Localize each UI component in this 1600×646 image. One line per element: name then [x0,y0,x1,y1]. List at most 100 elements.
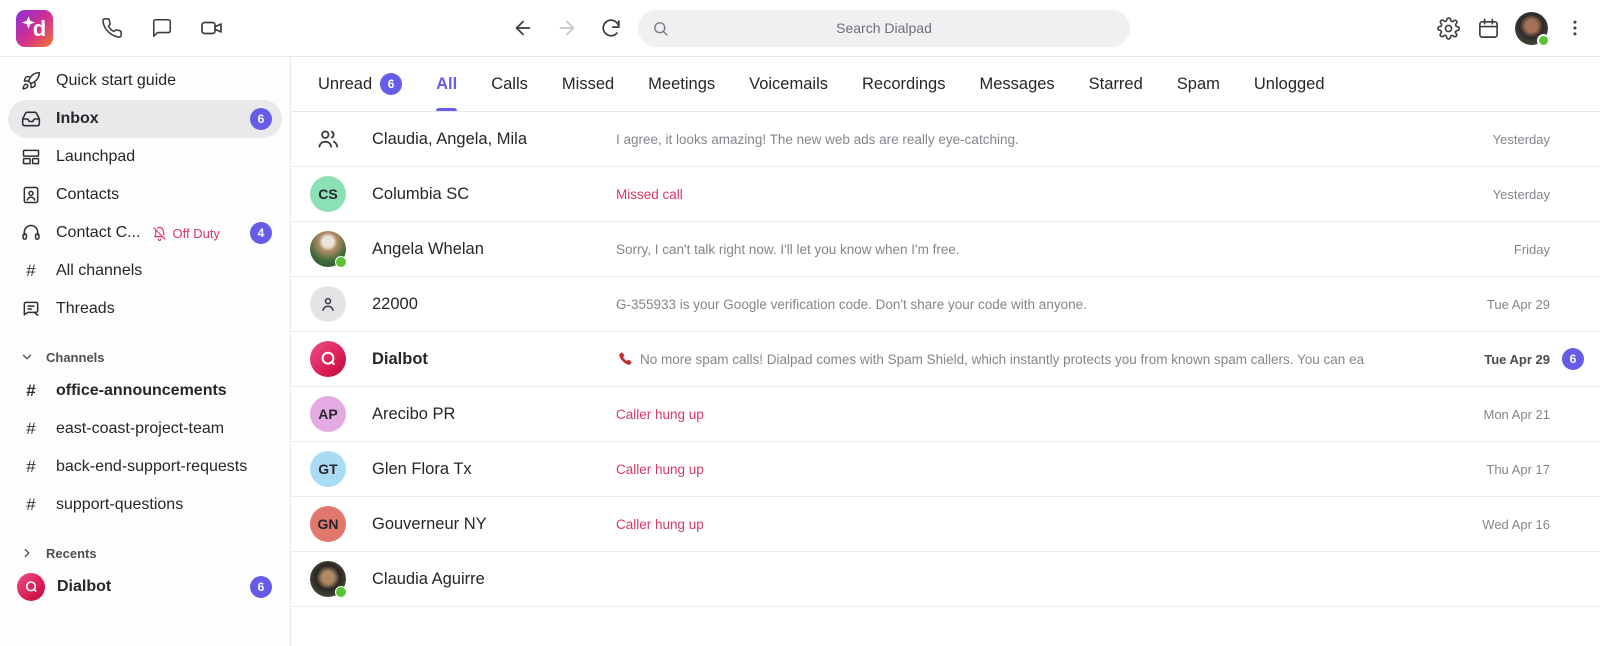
sidebar-item-inbox[interactable]: Inbox 6 [8,100,282,138]
conversation-name: 22000 [372,295,616,314]
conversation-name: Columbia SC [372,185,616,204]
conversation-date: Yesterday [1493,132,1550,147]
red-phone-icon [616,351,633,368]
tab-recordings[interactable]: Recordings [862,57,945,111]
channel-label: east-coast-project-team [56,420,224,438]
phone-icon[interactable] [99,15,125,41]
conversation-name: Claudia, Angela, Mila [372,130,616,149]
conversation-preview: Caller hung up [616,517,1466,532]
sparkle-icon [22,16,35,29]
conversation-date: Tue Apr 29 [1484,352,1550,367]
channel-label: office-announcements [56,382,227,400]
sidebar-item-dialbot[interactable]: Dialbot 6 [8,568,282,606]
conversation-row[interactable]: AP Arecibo PR Caller hung up Mon Apr 21 [291,387,1600,442]
refresh-icon[interactable] [598,15,624,41]
conversation-date: Yesterday [1493,187,1550,202]
conversation-date: Thu Apr 17 [1486,462,1550,477]
conversation-row[interactable]: Claudia Aguirre [291,552,1600,607]
conversation-preview: Missed call [616,187,1477,202]
recents-section-header[interactable]: Recents [8,538,282,568]
sidebar-channel-back-end-support-requests[interactable]: # back-end-support-requests [8,448,282,486]
sidebar-item-label: Threads [56,300,115,318]
tab-all[interactable]: All [436,57,457,111]
tab-label: Starred [1089,75,1143,94]
conversation-row[interactable]: Claudia, Angela, Mila I agree, it looks … [291,112,1600,167]
conversation-preview: Caller hung up [616,462,1470,477]
off-duty-status: Off Duty [152,226,219,241]
conversation-preview: I agree, it looks amazing! The new web a… [616,132,1477,147]
sidebar-item-contact-center[interactable]: Contact C... Off Duty 4 [8,214,282,252]
sidebar-item-launchpad[interactable]: Launchpad [8,138,282,176]
sidebar-channel-office-announcements[interactable]: # office-announcements [8,372,282,410]
conversation-name: Glen Flora Tx [372,460,616,479]
conversation-row[interactable]: 22000 G-355933 is your Google verificati… [291,277,1600,332]
tab-messages[interactable]: Messages [979,57,1054,111]
forward-icon[interactable] [554,15,580,41]
conversation-list: Claudia, Angela, Mila I agree, it looks … [291,112,1600,646]
sidebar-item-label: Contact C... [56,224,140,242]
conversation-preview: Caller hung up [616,407,1468,422]
tab-unread[interactable]: Unread 6 [318,57,402,111]
unread-tab-badge: 6 [380,73,402,95]
chat-icon[interactable] [149,15,175,41]
tab-label: Messages [979,75,1054,94]
online-status-dot [1537,34,1550,47]
sidebar-item-threads[interactable]: Threads [8,290,282,328]
tab-meetings[interactable]: Meetings [648,57,715,111]
inbox-tabs: Unread 6 All Calls Missed Meetings Voice… [291,57,1600,112]
tab-calls[interactable]: Calls [491,57,528,111]
conversation-row[interactable]: Dialbot No more spam calls! Dialpad come… [291,332,1600,387]
sidebar-item-all-channels[interactable]: # All channels [8,252,282,290]
photo-avatar [310,561,346,597]
tab-starred[interactable]: Starred [1089,57,1143,111]
dialpad-logo[interactable]: d [16,10,53,47]
conversation-row[interactable]: Angela Whelan Sorry, I can't talk right … [291,222,1600,277]
tab-label: Spam [1177,75,1220,94]
conversation-row[interactable]: CS Columbia SC Missed call Yesterday [291,167,1600,222]
conversation-date: Wed Apr 16 [1482,517,1550,532]
kebab-menu-icon[interactable] [1562,15,1588,41]
topbar: d [0,0,1600,57]
search-input[interactable] [638,10,1130,47]
tab-voicemails[interactable]: Voicemails [749,57,828,111]
dialbot-badge: 6 [250,576,272,598]
conversation-date: Friday [1514,242,1550,257]
online-status-dot [335,256,347,268]
group-avatar-icon [310,121,346,157]
sidebar-channel-east-coast-project-team[interactable]: # east-coast-project-team [8,410,282,448]
channels-header-label: Channels [46,350,105,365]
search-bar[interactable] [638,10,1130,47]
conversation-row[interactable]: GT Glen Flora Tx Caller hung up Thu Apr … [291,442,1600,497]
photo-avatar [310,231,346,267]
initials-avatar: GN [310,506,346,542]
settings-gear-icon[interactable] [1435,15,1461,41]
main-content: Unread 6 All Calls Missed Meetings Voice… [291,57,1600,646]
sidebar-channel-support-questions[interactable]: # support-questions [8,486,282,524]
sidebar-item-contacts[interactable]: Contacts [8,176,282,214]
back-icon[interactable] [510,15,536,41]
tab-missed[interactable]: Missed [562,57,614,111]
tab-spam[interactable]: Spam [1177,57,1220,111]
calendar-icon[interactable] [1475,15,1501,41]
tab-label: Missed [562,75,614,94]
video-icon[interactable] [199,15,225,41]
tab-label: Calls [491,75,528,94]
sidebar-item-quick-start-guide[interactable]: Quick start guide [8,62,282,100]
channel-label: back-end-support-requests [56,458,247,476]
chevron-down-icon [20,350,34,364]
user-avatar[interactable] [1515,12,1548,45]
headset-icon [20,223,42,243]
conversation-preview: No more spam calls! Dialpad comes with S… [616,351,1468,368]
initials-avatar: AP [310,396,346,432]
tab-unlogged[interactable]: Unlogged [1254,57,1325,111]
channels-section-header[interactable]: Channels [8,342,282,372]
conversation-row[interactable]: GN Gouverneur NY Caller hung up Wed Apr … [291,497,1600,552]
contacts-icon [20,185,42,205]
off-duty-label: Off Duty [172,226,219,241]
conversation-name: Claudia Aguirre [372,570,616,589]
rocket-icon [20,71,42,91]
tab-label: All [436,75,457,94]
conversation-preview: G-355933 is your Google verification cod… [616,297,1471,312]
inbox-icon [20,109,42,129]
person-avatar-icon [310,286,346,322]
